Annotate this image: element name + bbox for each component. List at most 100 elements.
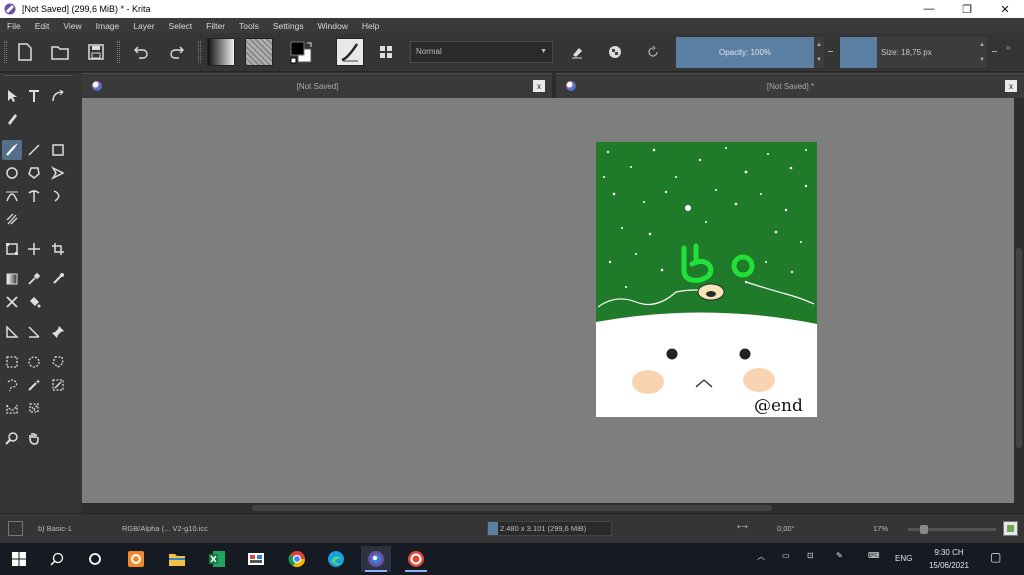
rect-select-tool[interactable] bbox=[2, 352, 22, 372]
similar-select-tool[interactable] bbox=[48, 375, 68, 395]
fill-tool[interactable] bbox=[24, 292, 44, 312]
taskbar-edge[interactable] bbox=[321, 546, 351, 572]
crop-tool[interactable] bbox=[48, 239, 68, 259]
edit-shapes-tool[interactable] bbox=[48, 86, 68, 106]
menu-settings[interactable]: Settings bbox=[266, 21, 311, 31]
perspective-tool[interactable] bbox=[24, 322, 44, 342]
notification-icon[interactable]: ▢ bbox=[990, 550, 1001, 564]
toolbar-overflow-icon[interactable]: » bbox=[1006, 43, 1010, 52]
menu-tools[interactable]: Tools bbox=[232, 21, 266, 31]
menu-layer[interactable]: Layer bbox=[126, 21, 161, 31]
taskbar-snipping-tool[interactable] bbox=[241, 546, 271, 572]
pen-icon[interactable]: ✎ bbox=[836, 551, 843, 560]
restore-button[interactable]: ❐ bbox=[948, 0, 986, 18]
bezier-curve-tool[interactable] bbox=[2, 186, 22, 206]
assistant-tool[interactable] bbox=[2, 292, 22, 312]
start-button[interactable] bbox=[4, 546, 34, 572]
line-tool[interactable] bbox=[24, 140, 44, 160]
menu-filter[interactable]: Filter bbox=[199, 21, 232, 31]
taskbar-excel[interactable] bbox=[202, 546, 232, 572]
rotate-icon[interactable]: ⟷ bbox=[737, 522, 748, 531]
size-slider-fill[interactable] bbox=[840, 37, 877, 68]
color-picker-tool[interactable] bbox=[24, 269, 44, 289]
menu-help[interactable]: Help bbox=[355, 21, 386, 31]
ellipse-tool[interactable] bbox=[2, 163, 22, 183]
polyline-tool[interactable] bbox=[48, 163, 68, 183]
color-swatches[interactable] bbox=[288, 39, 314, 65]
search-button[interactable] bbox=[42, 546, 72, 572]
canvas-only-toggle-icon[interactable] bbox=[1003, 521, 1018, 536]
freehand-path-tool[interactable] bbox=[24, 186, 44, 206]
zoom-slider-handle[interactable] bbox=[920, 525, 928, 534]
toolbar-grip[interactable] bbox=[198, 41, 201, 63]
measure-tool[interactable] bbox=[2, 322, 22, 342]
transform-tool[interactable] bbox=[2, 239, 22, 259]
magnetic-select-tool[interactable] bbox=[24, 398, 44, 418]
ellipse-select-tool[interactable] bbox=[24, 352, 44, 372]
gradient-tool[interactable] bbox=[2, 269, 22, 289]
size-slider[interactable]: Size: 18,75 px bbox=[877, 37, 977, 68]
text-tool[interactable] bbox=[24, 86, 44, 106]
horizontal-scrollbar[interactable] bbox=[82, 503, 1014, 513]
move-tool[interactable] bbox=[24, 239, 44, 259]
opacity-slider[interactable]: Opacity: 100% bbox=[676, 37, 814, 68]
rectangle-tool[interactable] bbox=[48, 140, 68, 160]
toolbar-grip[interactable] bbox=[117, 41, 120, 63]
battery-icon[interactable]: ▭ bbox=[782, 551, 790, 560]
open-document-button[interactable] bbox=[47, 39, 73, 65]
reference-tool[interactable] bbox=[48, 322, 68, 342]
scrollbar-thumb[interactable] bbox=[252, 505, 772, 511]
multibrush-tool[interactable] bbox=[2, 209, 22, 229]
contiguous-select-tool[interactable] bbox=[24, 375, 44, 395]
tray-chevron-up-icon[interactable]: ︿ bbox=[757, 551, 765, 562]
toolbar-grip[interactable] bbox=[4, 41, 7, 63]
menu-image[interactable]: Image bbox=[89, 21, 127, 31]
blend-mode-select[interactable]: Normal ▼ bbox=[410, 41, 553, 63]
pattern-selector[interactable] bbox=[245, 38, 273, 66]
cortana-button[interactable] bbox=[80, 546, 110, 572]
menu-select[interactable]: Select bbox=[162, 21, 200, 31]
minimize-button[interactable]: — bbox=[910, 0, 948, 18]
menu-file[interactable]: File bbox=[0, 21, 28, 31]
network-icon[interactable]: ⊡ bbox=[807, 551, 814, 560]
reload-preset-button[interactable] bbox=[640, 39, 666, 65]
preserve-alpha-button[interactable] bbox=[602, 39, 628, 65]
workspace-button[interactable] bbox=[373, 39, 399, 65]
gradient-selector[interactable] bbox=[207, 38, 235, 66]
redo-button[interactable] bbox=[164, 39, 190, 65]
bezier-select-tool[interactable] bbox=[2, 398, 22, 418]
pan-tool[interactable] bbox=[24, 428, 44, 448]
keyboard-icon[interactable]: ⌨ bbox=[868, 551, 880, 560]
document-tab-2[interactable]: [Not Saved] * x bbox=[556, 73, 1024, 98]
opacity-spinner[interactable]: ▲ ▼ bbox=[814, 37, 824, 68]
calligraphy-tool[interactable] bbox=[2, 109, 22, 129]
polygon-tool[interactable] bbox=[24, 163, 44, 183]
artwork[interactable]: @end bbox=[596, 142, 817, 417]
scrollbar-thumb[interactable] bbox=[1016, 248, 1022, 448]
new-document-button[interactable] bbox=[12, 39, 38, 65]
close-button[interactable]: ✕ bbox=[986, 0, 1024, 18]
polygon-select-tool[interactable] bbox=[48, 352, 68, 372]
language-indicator[interactable]: ENG bbox=[895, 554, 912, 563]
freehand-select-tool[interactable] bbox=[2, 375, 22, 395]
taskbar-krita[interactable] bbox=[361, 546, 391, 572]
brush-preset-button[interactable] bbox=[336, 38, 364, 66]
taskbar-app-1[interactable] bbox=[121, 546, 151, 572]
freehand-brush-tool[interactable] bbox=[2, 140, 22, 160]
close-tab-icon[interactable]: x bbox=[533, 80, 545, 92]
taskbar-app-2[interactable] bbox=[401, 546, 431, 572]
zoom-tool[interactable] bbox=[2, 428, 22, 448]
taskbar-file-explorer[interactable] bbox=[162, 546, 192, 572]
size-spinner[interactable]: ▲ ▼ bbox=[977, 37, 987, 68]
undo-button[interactable] bbox=[128, 39, 154, 65]
clock[interactable]: 9:30 CH 15/06/2021 bbox=[918, 546, 980, 572]
smart-patch-tool[interactable] bbox=[48, 269, 68, 289]
save-button[interactable] bbox=[83, 39, 109, 65]
menu-view[interactable]: View bbox=[56, 21, 88, 31]
menu-edit[interactable]: Edit bbox=[28, 21, 57, 31]
close-tab-icon[interactable]: x bbox=[1005, 80, 1017, 92]
vertical-scrollbar[interactable] bbox=[1014, 98, 1024, 513]
brush-preview-icon[interactable] bbox=[8, 521, 23, 536]
canvas-area[interactable]: @end bbox=[82, 98, 1014, 503]
dynamic-brush-tool[interactable] bbox=[48, 186, 68, 206]
